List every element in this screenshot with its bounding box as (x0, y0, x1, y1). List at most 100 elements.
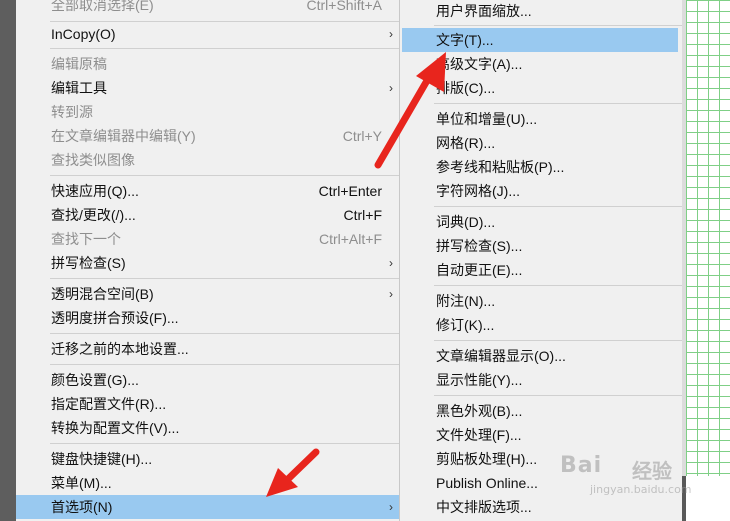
menu-item-label: 词典(D)... (436, 214, 496, 230)
submenu-item-spelling[interactable]: 拼写检查(S)... (400, 234, 682, 258)
menu-item-label: 编辑原稿 (51, 56, 107, 72)
menu-item-find-next[interactable]: 查找下一个 Ctrl+Alt+F (16, 227, 399, 251)
submenu-item-notes[interactable]: 附注(N)... (400, 289, 682, 313)
submenu-item-display-performance[interactable]: 显示性能(Y)... (400, 368, 682, 392)
menu-item-label: 修订(K)... (436, 317, 495, 333)
menu-item-shortcut: Ctrl+Enter (318, 183, 382, 199)
menu-item-label: 全部取消选择(E) (51, 0, 154, 13)
submenu-arrow-icon: › (389, 27, 393, 41)
menu-item-shortcut: Ctrl+Alt+F (318, 231, 382, 247)
submenu-item-interface-scaling[interactable]: 用户界面缩放... (400, 0, 682, 23)
menu-separator (434, 285, 682, 286)
menu-item-label: 透明度拼合预设(F)... (51, 310, 179, 326)
submenu-item-publish-online[interactable]: Publish Online... (400, 471, 682, 495)
menu-item-shortcut: Ctrl+Shift+A (306, 0, 382, 13)
submenu-arrow-icon: › (389, 500, 393, 514)
menu-item-label: InCopy(O) (51, 26, 116, 42)
submenu-item-type[interactable]: 文字(T)... (402, 28, 678, 52)
menu-item-incopy[interactable]: InCopy(O) › (16, 22, 399, 46)
submenu-item-advanced-type[interactable]: 高级文字(A)... (400, 52, 682, 76)
menu-item-migrate-local-settings[interactable]: 迁移之前的本地设置... (16, 337, 399, 361)
menu-separator (434, 25, 682, 26)
menu-item-label: 排版(C)... (436, 80, 496, 96)
menu-item-deselect-all[interactable]: 全部取消选择(E) Ctrl+Shift+A (16, 0, 399, 17)
submenu-item-frame-grid[interactable]: 字符网格(J)... (400, 179, 682, 203)
document-bottom-area (686, 476, 730, 521)
menu-item-label: 转换为配置文件(V)... (51, 420, 180, 436)
menu-item-label: 文件处理(F)... (436, 427, 522, 443)
submenu-arrow-icon: › (389, 81, 393, 95)
menu-item-label: 指定配置文件(R)... (51, 396, 167, 412)
menu-item-spelling[interactable]: 拼写检查(S) › (16, 251, 399, 275)
menu-item-label: 编辑工具 (51, 80, 107, 96)
submenu-item-track-changes[interactable]: 修订(K)... (400, 313, 682, 337)
menu-item-label: 用户界面缩放... (436, 3, 532, 19)
submenu-item-file-handling[interactable]: 文件处理(F)... (400, 423, 682, 447)
menu-item-convert-to-profile[interactable]: 转换为配置文件(V)... (16, 416, 399, 440)
menu-item-label: 字符网格(J)... (436, 183, 520, 199)
menu-item-color-settings[interactable]: 颜色设置(G)... (16, 368, 399, 392)
workspace-left-strip (0, 0, 16, 521)
menu-item-label: 显示性能(Y)... (436, 372, 523, 388)
menu-item-go-to-source[interactable]: 转到源 (16, 100, 399, 124)
menu-item-quick-apply[interactable]: 快速应用(Q)... Ctrl+Enter (16, 179, 399, 203)
menu-item-label: Publish Online... (436, 475, 538, 491)
submenu-item-dictionary[interactable]: 词典(D)... (400, 210, 682, 234)
menu-item-keyboard-shortcuts[interactable]: 键盘快捷键(H)... (16, 447, 399, 471)
menu-item-label: 透明混合空间(B) (51, 286, 154, 302)
document-grid (686, 0, 730, 476)
submenu-item-guides-pasteboard[interactable]: 参考线和粘贴板(P)... (400, 155, 682, 179)
menu-item-find-change[interactable]: 查找/更改(/)... Ctrl+F (16, 203, 399, 227)
menu-item-label: 在文章编辑器中编辑(Y) (51, 128, 196, 144)
submenu-item-chinese-composition-options[interactable]: 中文排版选项... (400, 495, 682, 519)
submenu-arrow-icon: › (389, 256, 393, 270)
menu-item-label: 首选项(N) (51, 499, 113, 515)
menu-item-label: 文字(T)... (436, 32, 494, 48)
menu-item-label: 中文排版选项... (436, 499, 532, 515)
menu-item-label: 参考线和粘贴板(P)... (436, 159, 565, 175)
menu-item-assign-profiles[interactable]: 指定配置文件(R)... (16, 392, 399, 416)
menu-separator (50, 48, 399, 49)
menu-item-find-similar-image[interactable]: 查找类似图像 (16, 148, 399, 172)
menu-item-label: 转到源 (51, 104, 93, 120)
menu-item-transparency-blend-space[interactable]: 透明混合空间(B) › (16, 282, 399, 306)
menu-item-menus[interactable]: 菜单(M)... (16, 471, 399, 495)
menu-item-label: 查找类似图像 (51, 152, 135, 168)
menu-item-label: 颜色设置(G)... (51, 372, 139, 388)
menu-item-edit-original[interactable]: 编辑原稿 (16, 52, 399, 76)
menu-item-label: 拼写检查(S) (51, 255, 126, 271)
menu-item-label: 剪贴板处理(H)... (436, 451, 538, 467)
menu-item-label: 菜单(M)... (51, 475, 112, 491)
submenu-item-story-editor-display[interactable]: 文章编辑器显示(O)... (400, 344, 682, 368)
menu-item-label: 单位和增量(U)... (436, 111, 538, 127)
menu-item-edit-with[interactable]: 编辑工具 › (16, 76, 399, 100)
submenu-item-composition[interactable]: 排版(C)... (400, 76, 682, 100)
menu-item-edit-in-story-editor[interactable]: 在文章编辑器中编辑(Y) Ctrl+Y (16, 124, 399, 148)
menu-item-label: 查找下一个 (51, 231, 121, 247)
preferences-submenu: 用户界面缩放... 文字(T)... 高级文字(A)... 排版(C)... 单… (400, 0, 682, 521)
menu-separator (50, 364, 399, 365)
edit-menu: 全部取消选择(E) Ctrl+Shift+A InCopy(O) › 编辑原稿 … (16, 0, 400, 521)
menu-item-flattener-presets[interactable]: 透明度拼合预设(F)... (16, 306, 399, 330)
menu-separator (434, 103, 682, 104)
menu-item-label: 高级文字(A)... (436, 56, 523, 72)
menu-item-preferences[interactable]: 首选项(N) › (16, 495, 399, 519)
menu-separator (50, 333, 399, 334)
menu-separator (434, 206, 682, 207)
submenu-item-grids[interactable]: 网格(R)... (400, 131, 682, 155)
menu-separator (50, 443, 399, 444)
submenu-item-clipboard-handling[interactable]: 剪贴板处理(H)... (400, 447, 682, 471)
submenu-item-autocorrect[interactable]: 自动更正(E)... (400, 258, 682, 282)
menu-item-label: 网格(R)... (436, 135, 496, 151)
menu-separator (434, 395, 682, 396)
menu-item-label: 迁移之前的本地设置... (51, 341, 189, 357)
menu-separator (50, 278, 399, 279)
submenu-item-units-increments[interactable]: 单位和增量(U)... (400, 107, 682, 131)
submenu-item-appearance-of-black[interactable]: 黑色外观(B)... (400, 399, 682, 423)
menu-item-label: 快速应用(Q)... (51, 183, 139, 199)
menu-item-shortcut: Ctrl+Y (342, 128, 382, 144)
menu-item-label: 拼写检查(S)... (436, 238, 523, 254)
menu-item-label: 键盘快捷键(H)... (51, 451, 153, 467)
menu-item-label: 附注(N)... (436, 293, 496, 309)
submenu-arrow-icon: › (389, 287, 393, 301)
